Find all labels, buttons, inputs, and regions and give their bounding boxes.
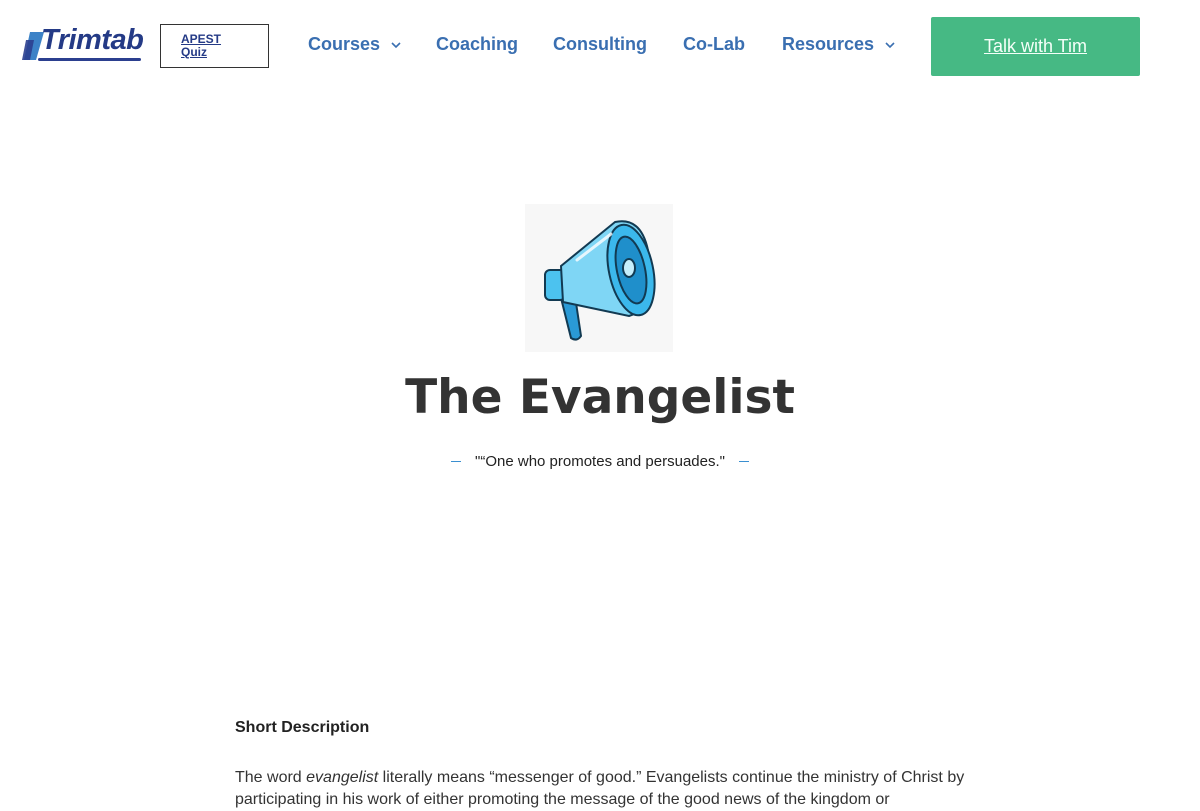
trimtab-logo[interactable]: Trimtab — [22, 24, 144, 68]
page-title: The Evangelist — [405, 370, 795, 425]
logo-underline — [38, 58, 141, 61]
intro-emphasis: evangelist — [306, 769, 379, 786]
apest-quiz-label: APEST Quiz — [181, 32, 222, 59]
nav-item-courses[interactable]: Courses — [308, 34, 402, 55]
nav-item-label: Courses — [308, 34, 381, 54]
section-title: Short Description — [235, 719, 370, 736]
nav-item-consulting[interactable]: Consulting — [553, 34, 647, 55]
tagline: "“One who promotes and persuades." — [475, 453, 725, 470]
chevron-down-icon — [885, 41, 895, 48]
nav-item-colab[interactable]: Co-Lab — [683, 34, 745, 55]
nav-item-resources[interactable]: Resources — [782, 34, 896, 55]
tagline-right-dash — [738, 461, 749, 462]
tagline-left-dash — [451, 461, 462, 462]
nav-item-label: Co-Lab — [683, 34, 745, 54]
description-paragraph: The word evangelist literally means “mes… — [235, 767, 965, 811]
nav-item-label: Consulting — [553, 34, 647, 54]
cta-label: Talk with Tim — [983, 36, 1088, 56]
nav-item-coaching[interactable]: Coaching — [436, 34, 518, 55]
nav-item-label: Resources — [782, 34, 875, 54]
nav-item-label: Coaching — [436, 34, 519, 54]
logo-text: Trimtab — [41, 24, 144, 56]
apest-quiz-button[interactable]: APEST Quiz — [160, 24, 269, 68]
megaphone-icon — [525, 204, 673, 352]
talk-with-tim-button[interactable]: Talk with Tim — [931, 17, 1140, 76]
chevron-down-icon — [391, 41, 401, 48]
tagline-row: "“One who promotes and persuades." — [0, 453, 1200, 470]
site-header: Trimtab APEST Quiz Courses Coaching Cons… — [0, 0, 1200, 92]
intro-prefix: The word — [235, 769, 307, 786]
